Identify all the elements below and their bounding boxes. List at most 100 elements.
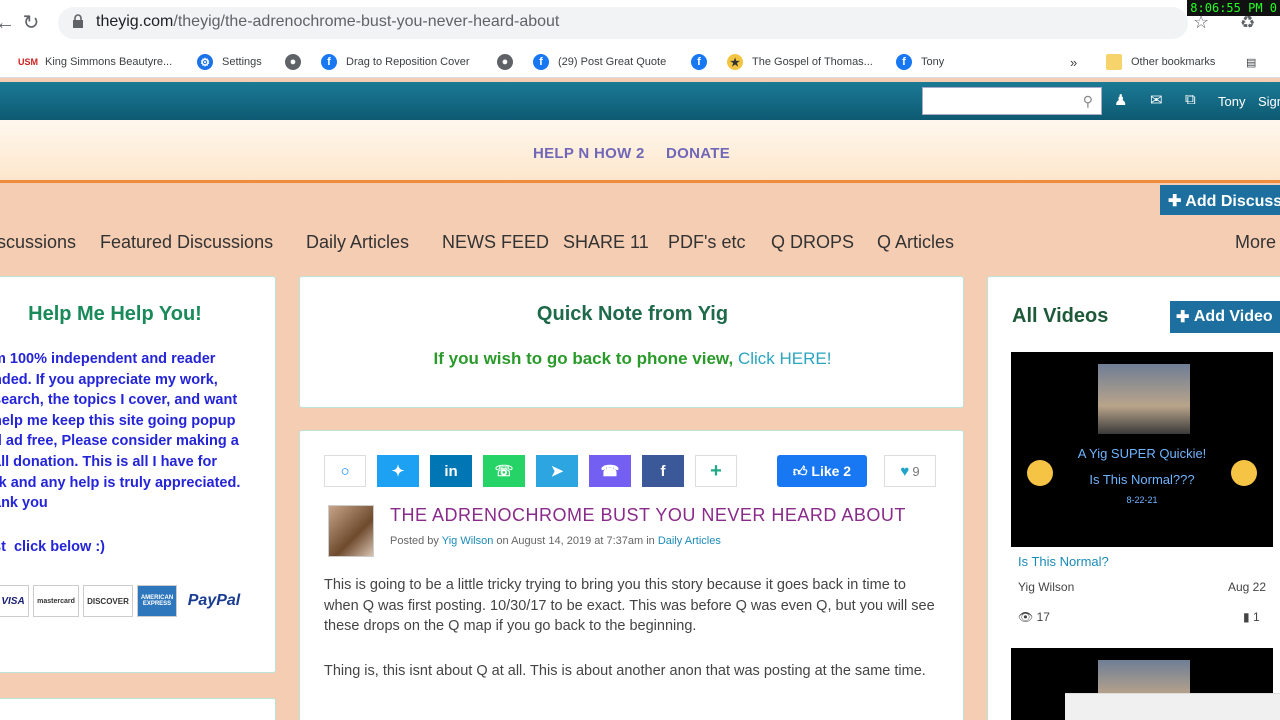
url-domain: theyig.com xyxy=(96,13,174,30)
video-author[interactable]: Yig Wilson xyxy=(1018,580,1074,594)
article-body: This is going to be a little tricky tryi… xyxy=(324,575,944,705)
twitter-share-button[interactable]: ✦ xyxy=(377,455,419,487)
facebook-like-button[interactable]: 👍︎ Like 2 xyxy=(777,455,867,487)
video-title-link[interactable]: Is This Normal? xyxy=(1018,554,1109,569)
donation-card: Help Me Help You! m 100% independent and… xyxy=(0,276,276,673)
facebook-icon: f xyxy=(321,54,337,70)
bookmark-label: Drag to Reposition Cover xyxy=(346,56,470,68)
video-caption-date: 8-22-21 xyxy=(1126,495,1158,505)
bookmarks-overflow-chevron-icon[interactable]: » xyxy=(1070,53,1077,71)
video-date: Aug 22 xyxy=(1228,580,1267,594)
tab-q-articles[interactable]: Q Articles xyxy=(877,232,954,253)
bookmark-label: Tony xyxy=(921,56,945,68)
quick-note-title: Quick Note from Yig xyxy=(536,303,729,325)
video-thumbnail[interactable]: A Yig SUPER Quickie! Is This Normal??? 8… xyxy=(1011,352,1273,547)
tab-more[interactable]: More xyxy=(1235,232,1276,253)
mastercard-logo: mastercard xyxy=(33,585,79,617)
folder-icon xyxy=(1106,54,1122,70)
bookmark-globe-2[interactable]: ● xyxy=(497,53,522,71)
site-search-input[interactable]: ⚲ xyxy=(922,87,1102,115)
url-text: theyig.com/theyig/the-adrenochrome-bust-… xyxy=(96,13,559,31)
bookmark-label: The Gospel of Thomas... xyxy=(752,56,873,68)
quick-note-card: Quick Note from Yig If you wish to go ba… xyxy=(299,276,964,408)
linkedin-share-button[interactable]: in xyxy=(430,455,472,487)
site-menu: HELP N HOW 2 DONATE xyxy=(0,120,1280,183)
bookmark-other[interactable]: Other bookmarks xyxy=(1106,53,1215,71)
facebook-icon: f xyxy=(896,54,912,70)
view-count: 17 xyxy=(1036,610,1050,624)
tab-news-feed[interactable]: NEWS FEED xyxy=(442,232,549,253)
share-icon[interactable]: ⧉ xyxy=(1185,91,1196,108)
article-title[interactable]: THE ADRENOCHROME BUST YOU NEVER HEARD AB… xyxy=(390,505,906,526)
video-caption: A Yig SUPER Quickie! xyxy=(1077,446,1207,461)
share-buttons: ○ ✦ in ☏ ➤ ☎ f + xyxy=(324,455,737,487)
bookmark-tony[interactable]: f Tony xyxy=(896,53,944,71)
phone-view-link[interactable]: Click HERE! xyxy=(738,349,832,368)
bookmarks-bar: USM King Simmons Beautyre... ⚙ Settings ● … xyxy=(0,46,1280,78)
bottom-overlay-bar xyxy=(1065,693,1280,720)
video-comments: ▮ 1 xyxy=(1243,610,1260,624)
bookmark-settings[interactable]: ⚙ Settings xyxy=(197,53,262,71)
add-discussion-button[interactable]: ✚ Add Discussi xyxy=(1160,185,1280,215)
bookmark-label: (29) Post Great Quote xyxy=(558,56,667,68)
tab-pdfs[interactable]: PDF's etc xyxy=(668,232,745,253)
bookmark-post-quote[interactable]: f (29) Post Great Quote xyxy=(533,53,666,71)
bookmark-gospel[interactable]: ★ The Gospel of Thomas... xyxy=(727,53,873,71)
like-count: Like 2 xyxy=(811,463,852,479)
extensions-icon[interactable]: ♻ xyxy=(1240,13,1255,33)
payment-logos[interactable]: VISA mastercard DISCOVER AMERICAN EXPRES… xyxy=(0,585,247,617)
bookmark-globe[interactable]: ● xyxy=(285,53,310,71)
facebook-icon: f xyxy=(533,54,549,70)
content-tabs: scussions Featured Discussions Daily Art… xyxy=(0,232,1280,258)
video-caption: Is This Normal??? xyxy=(1089,472,1195,487)
visa-logo: VISA xyxy=(0,585,29,617)
telegram-share-button[interactable]: ➤ xyxy=(536,455,578,487)
globe-icon: ● xyxy=(497,54,513,70)
bookmark-king-simmons[interactable]: USM King Simmons Beautyre... xyxy=(18,53,173,71)
add-video-button[interactable]: ✚ Add Video xyxy=(1170,301,1280,333)
donation-text: m 100% independent and reader nded. If y… xyxy=(0,351,241,512)
mail-icon[interactable]: ✉ xyxy=(1150,91,1163,109)
menu-help-link[interactable]: HELP N HOW 2 xyxy=(533,145,645,162)
tab-q-drops[interactable]: Q DROPS xyxy=(771,232,854,253)
video-views: 👁︎ 17 xyxy=(1018,610,1050,624)
viber-share-button[interactable]: ☎ xyxy=(589,455,631,487)
forward-icon[interactable]: ← xyxy=(0,12,16,34)
quick-note-line: If you wish to go back to phone view, xyxy=(433,349,738,368)
tab-share-11[interactable]: SHARE 11 xyxy=(563,232,649,253)
posted-by-label: Posted by xyxy=(390,535,442,547)
category-link[interactable]: Daily Articles xyxy=(658,535,721,547)
sign-out-link[interactable]: Sign xyxy=(1258,94,1280,109)
members-icon[interactable]: ♟ xyxy=(1114,91,1127,109)
reading-list-icon[interactable]: ▤ xyxy=(1246,53,1256,71)
donation-title: Help Me Help You! xyxy=(28,303,202,325)
article-paragraph: Thing is, this isnt about Q at all. This… xyxy=(324,662,926,679)
heart-count: 9 xyxy=(912,463,920,479)
url-path: /theyig/the-adrenochrome-bust-you-never-… xyxy=(173,13,560,30)
tab-discussions[interactable]: scussions xyxy=(0,232,76,253)
tab-featured-discussions[interactable]: Featured Discussions xyxy=(100,232,273,253)
gear-icon: ⚙ xyxy=(197,54,213,70)
tab-daily-articles[interactable]: Daily Articles xyxy=(306,232,409,253)
videos-title: All Videos xyxy=(1012,305,1109,327)
bookmark-label: King Simmons Beautyre... xyxy=(45,56,173,68)
user-name-link[interactable]: Tony xyxy=(1218,94,1245,109)
address-bar[interactable]: theyig.com/theyig/the-adrenochrome-bust-… xyxy=(58,7,1188,39)
search-icon[interactable]: ⚲ xyxy=(1083,93,1093,110)
heart-button[interactable]: ♥ 9 xyxy=(884,455,936,487)
bookmark-drag-cover[interactable]: f Drag to Reposition Cover xyxy=(321,53,470,71)
facebook-share-button[interactable]: f xyxy=(642,455,684,487)
menu-donate-link[interactable]: DONATE xyxy=(666,145,730,162)
article-date: on August 14, 2019 at 7:37am in xyxy=(493,535,658,547)
facebook-icon: f xyxy=(691,54,707,70)
article-meta: Posted by Yig Wilson on August 14, 2019 … xyxy=(390,535,721,547)
article-card: ○ ✦ in ☏ ➤ ☎ f + 👍︎ Like 2 ♥ 9 THE ADRENO… xyxy=(299,430,964,720)
bookmark-facebook[interactable]: f xyxy=(691,53,716,71)
whatsapp-share-button[interactable]: ☏ xyxy=(483,455,525,487)
add-video-label: Add Video xyxy=(1193,308,1273,325)
author-avatar[interactable] xyxy=(328,505,374,557)
messenger-share-button[interactable]: ○ xyxy=(324,455,366,487)
author-link[interactable]: Yig Wilson xyxy=(442,535,494,547)
reload-icon[interactable]: ↻ xyxy=(20,12,42,34)
more-share-button[interactable]: + xyxy=(695,455,737,487)
